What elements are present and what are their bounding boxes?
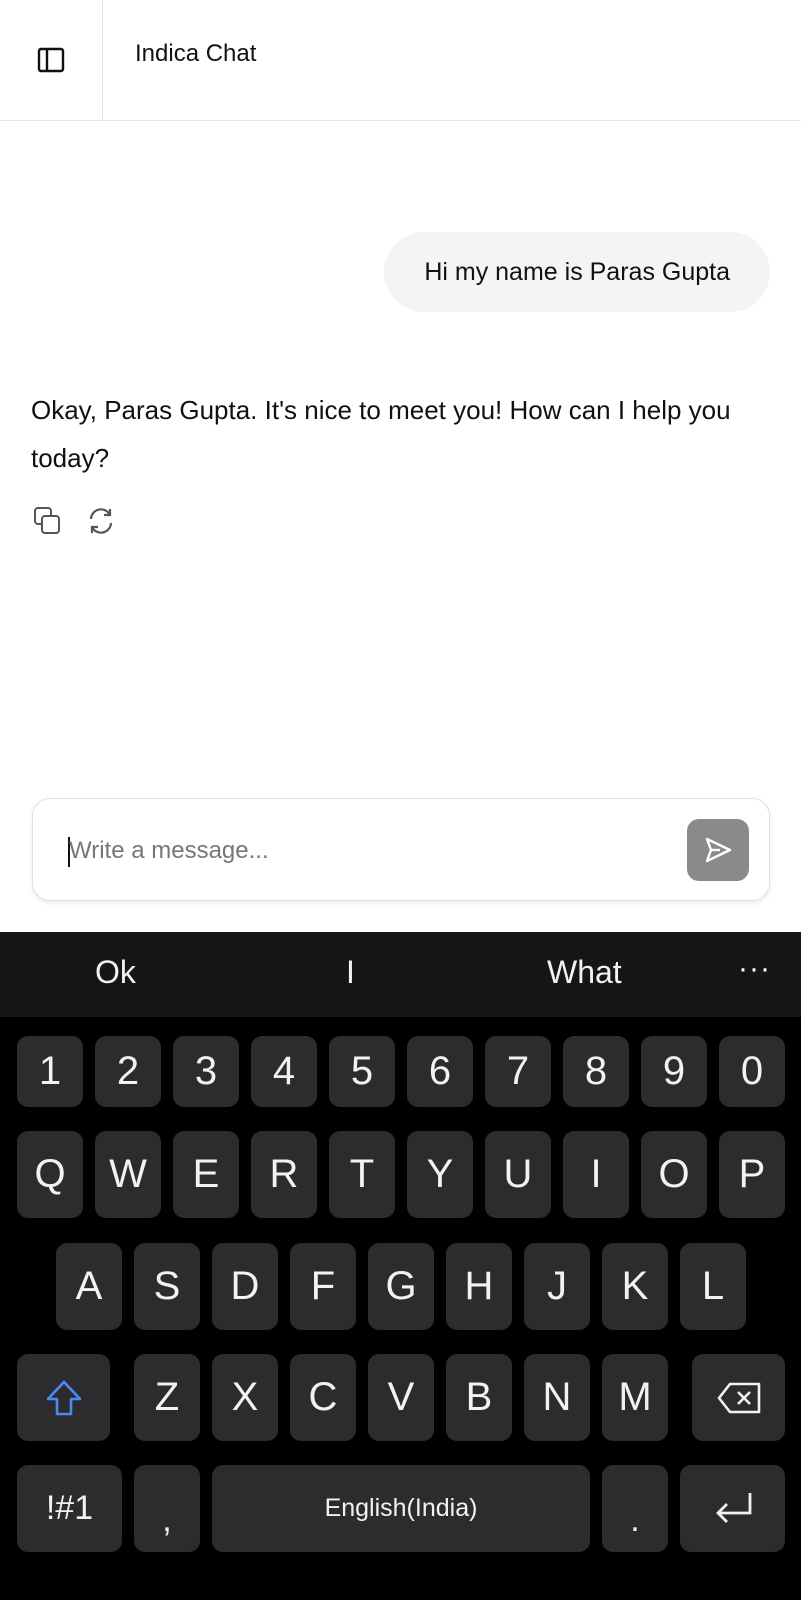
send-icon — [705, 837, 732, 863]
suggestion-what[interactable]: What — [547, 954, 622, 991]
key-w[interactable]: W — [95, 1131, 161, 1218]
key-q[interactable]: Q — [17, 1131, 83, 1218]
key-d[interactable]: D — [212, 1243, 278, 1330]
key-2[interactable]: 2 — [95, 1036, 161, 1107]
message-input[interactable] — [69, 825, 669, 877]
key-r[interactable]: R — [251, 1131, 317, 1218]
key-f[interactable]: F — [290, 1243, 356, 1330]
key-m[interactable]: M — [602, 1354, 668, 1441]
app-header: Indica Chat — [0, 0, 801, 121]
space-key[interactable]: English(India) — [212, 1465, 590, 1552]
app-title: Indica Chat — [135, 40, 257, 67]
key-e[interactable]: E — [173, 1131, 239, 1218]
key-0[interactable]: 0 — [719, 1036, 785, 1107]
key-u[interactable]: U — [485, 1131, 551, 1218]
symbols-key[interactable]: !#1 — [17, 1465, 122, 1552]
key-8[interactable]: 8 — [563, 1036, 629, 1107]
regenerate-icon — [89, 508, 113, 534]
key-o[interactable]: O — [641, 1131, 707, 1218]
key-k[interactable]: K — [602, 1243, 668, 1330]
message-composer — [32, 798, 770, 901]
key-6[interactable]: 6 — [407, 1036, 473, 1107]
regenerate-button[interactable] — [85, 505, 117, 537]
backspace-key[interactable] — [692, 1354, 785, 1441]
copy-button[interactable] — [31, 505, 63, 537]
assistant-message: Okay, Paras Gupta. It's nice to meet you… — [31, 395, 731, 473]
key-b[interactable]: B — [446, 1354, 512, 1441]
key-t[interactable]: T — [329, 1131, 395, 1218]
key-3[interactable]: 3 — [173, 1036, 239, 1107]
sidebar-toggle-button[interactable] — [0, 0, 103, 120]
key-9[interactable]: 9 — [641, 1036, 707, 1107]
key-h[interactable]: H — [446, 1243, 512, 1330]
key-v[interactable]: V — [368, 1354, 434, 1441]
suggestion-ok[interactable]: Ok — [95, 954, 136, 991]
key-l[interactable]: L — [680, 1243, 746, 1330]
key-j[interactable]: J — [524, 1243, 590, 1330]
key-4[interactable]: 4 — [251, 1036, 317, 1107]
more-options-icon[interactable]: ··· — [738, 952, 771, 986]
key-z[interactable]: Z — [134, 1354, 200, 1441]
send-button[interactable] — [687, 819, 749, 881]
enter-icon — [715, 1492, 751, 1523]
key-7[interactable]: 7 — [485, 1036, 551, 1107]
user-message-bubble: Hi my name is Paras Gupta — [384, 232, 770, 312]
key-i[interactable]: I — [563, 1131, 629, 1218]
key-y[interactable]: Y — [407, 1131, 473, 1218]
suggestion-bar: Ok I What ··· — [0, 932, 801, 1017]
on-screen-keyboard: Ok I What ··· 1 2 3 4 5 6 7 8 9 0 Q W E … — [0, 932, 801, 1600]
user-message-text: Hi my name is Paras Gupta — [424, 257, 730, 286]
key-a[interactable]: A — [56, 1243, 122, 1330]
key-s[interactable]: S — [134, 1243, 200, 1330]
enter-key[interactable] — [680, 1465, 785, 1552]
key-g[interactable]: G — [368, 1243, 434, 1330]
key-p[interactable]: P — [719, 1131, 785, 1218]
comma-key[interactable]: , — [134, 1465, 200, 1552]
key-x[interactable]: X — [212, 1354, 278, 1441]
suggestion-i[interactable]: I — [346, 954, 355, 991]
key-1[interactable]: 1 — [17, 1036, 83, 1107]
shift-key[interactable] — [17, 1354, 110, 1441]
key-5[interactable]: 5 — [329, 1036, 395, 1107]
copy-icon — [34, 507, 60, 534]
backspace-icon — [717, 1382, 760, 1413]
sidebar-toggle-icon — [37, 47, 65, 73]
key-n[interactable]: N — [524, 1354, 590, 1441]
shift-icon — [46, 1380, 81, 1415]
message-actions — [31, 505, 117, 537]
period-key[interactable]: . — [602, 1465, 668, 1552]
key-c[interactable]: C — [290, 1354, 356, 1441]
